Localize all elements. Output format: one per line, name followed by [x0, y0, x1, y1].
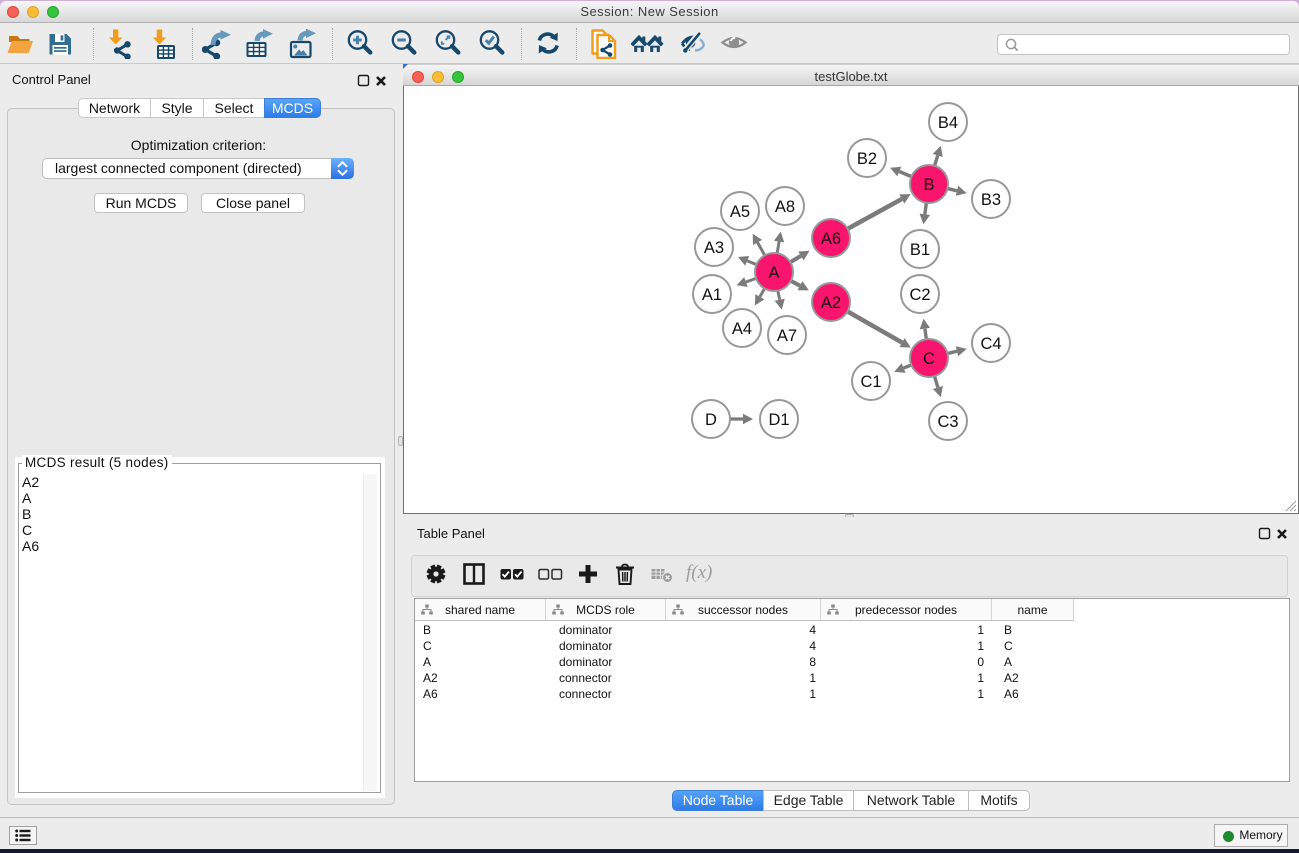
svg-text:A: A [768, 264, 779, 282]
svg-text:B: B [923, 176, 934, 194]
svg-text:A8: A8 [775, 198, 795, 216]
svg-text:A7: A7 [777, 327, 797, 345]
svg-text:B1: B1 [910, 241, 930, 259]
svg-text:D: D [705, 411, 717, 429]
svg-text:A6: A6 [821, 230, 841, 248]
svg-text:A1: A1 [702, 286, 722, 304]
svg-text:C: C [923, 350, 935, 368]
svg-text:A4: A4 [732, 320, 752, 338]
svg-text:D1: D1 [768, 411, 789, 429]
svg-text:A3: A3 [704, 239, 724, 257]
svg-text:C4: C4 [980, 335, 1001, 353]
svg-text:C2: C2 [909, 286, 930, 304]
svg-text:B4: B4 [938, 114, 958, 132]
svg-text:C1: C1 [860, 373, 881, 391]
svg-text:A2: A2 [821, 294, 841, 312]
svg-text:B3: B3 [981, 191, 1001, 209]
svg-text:A5: A5 [730, 203, 750, 221]
svg-text:C3: C3 [937, 413, 958, 431]
svg-text:B2: B2 [857, 150, 877, 168]
